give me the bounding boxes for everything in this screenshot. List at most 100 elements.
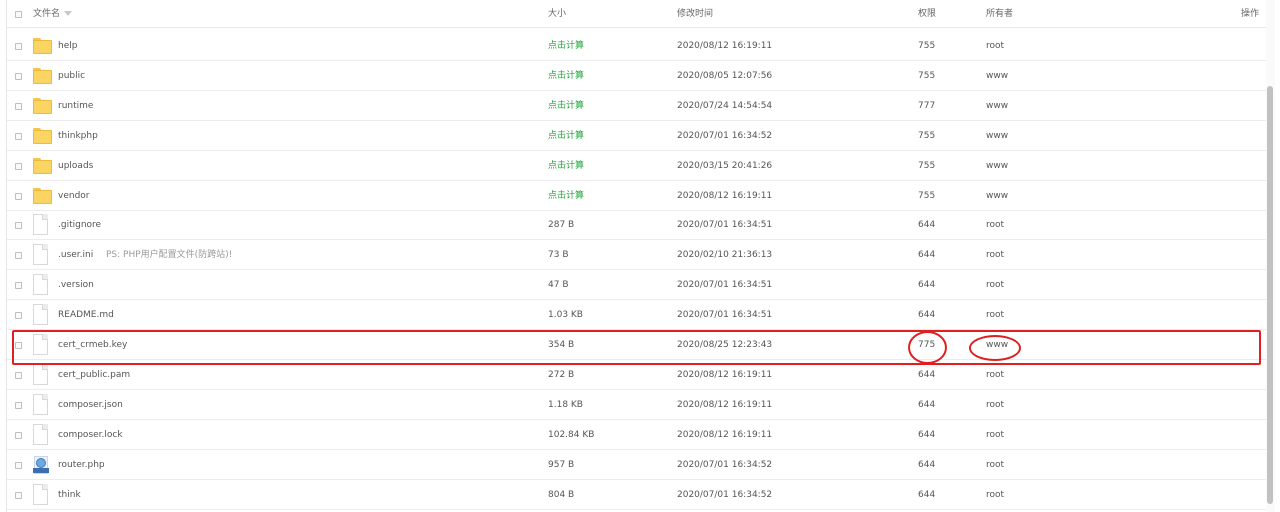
table-row[interactable]: composer.lock 102.84 KB 2020/08/12 16:19:1… (7, 420, 1267, 450)
file-icon[interactable] (33, 214, 48, 235)
file-name[interactable]: help (58, 31, 77, 61)
file-icon[interactable] (33, 484, 48, 505)
owner-value[interactable]: www (986, 91, 1008, 121)
calculate-size-link[interactable]: 点击计算 (548, 31, 584, 61)
owner-value[interactable]: root (986, 210, 1004, 240)
permission-value[interactable]: 755 (918, 181, 935, 211)
permission-value[interactable]: 644 (918, 300, 935, 330)
select-all-checkbox[interactable] (15, 11, 22, 18)
row-checkbox[interactable] (15, 282, 22, 289)
owner-value[interactable]: root (986, 420, 1004, 450)
folder-icon[interactable] (33, 158, 52, 174)
table-row[interactable]: composer.json 1.18 KB 2020/08/12 16:19:11 6… (7, 390, 1267, 420)
permission-value[interactable]: 755 (918, 31, 935, 61)
permission-value[interactable]: 644 (918, 420, 935, 450)
owner-value[interactable]: root (986, 270, 1004, 300)
file-icon[interactable] (33, 364, 48, 385)
permission-value[interactable]: 644 (918, 390, 935, 420)
column-header-modified[interactable]: 修改时间 (677, 0, 713, 28)
column-header-size[interactable]: 大小 (548, 0, 566, 28)
owner-value[interactable]: www (986, 151, 1008, 181)
sort-down-icon[interactable] (64, 11, 73, 16)
row-checkbox[interactable] (15, 252, 22, 259)
file-icon[interactable] (33, 424, 48, 445)
file-name[interactable]: .version (58, 270, 94, 300)
scrollbar-thumb[interactable] (1267, 86, 1273, 504)
file-name[interactable]: README.md (58, 300, 114, 330)
file-name[interactable]: runtime (58, 91, 93, 121)
column-header-permission[interactable]: 权限 (918, 0, 936, 28)
folder-icon[interactable] (33, 38, 52, 54)
permission-value[interactable]: 644 (918, 480, 935, 510)
table-row[interactable]: uploads 点击计算 2020/03/15 20:41:26 755 www (7, 151, 1267, 181)
table-row[interactable]: .version 47 B 2020/07/01 16:34:51 644 root (7, 270, 1267, 300)
file-name[interactable]: thinkphp (58, 121, 98, 151)
row-checkbox[interactable] (15, 462, 22, 469)
table-row[interactable]: .gitignore 287 B 2020/07/01 16:34:51 644 roo… (7, 210, 1267, 240)
permission-value[interactable]: 644 (918, 450, 935, 480)
table-row[interactable]: public 点击计算 2020/08/05 12:07:56 755 www (7, 61, 1267, 91)
file-name[interactable]: public (58, 61, 85, 91)
calculate-size-link[interactable]: 点击计算 (548, 151, 584, 181)
row-checkbox[interactable] (15, 103, 22, 110)
folder-icon[interactable] (33, 98, 52, 114)
permission-value[interactable]: 777 (918, 91, 935, 121)
folder-icon[interactable] (33, 188, 52, 204)
row-checkbox[interactable] (15, 222, 22, 229)
row-checkbox[interactable] (15, 492, 22, 499)
file-name[interactable]: think (58, 480, 81, 510)
table-row[interactable]: help 点击计算 2020/08/12 16:19:11 755 root (7, 31, 1267, 61)
file-name[interactable]: composer.json (58, 390, 123, 420)
table-row[interactable]: .user.ini PS: PHP用户配置文件(防跨站)! 73 B 2020/02/… (7, 240, 1267, 270)
owner-value[interactable]: root (986, 300, 1004, 330)
calculate-size-link[interactable]: 点击计算 (548, 91, 584, 121)
owner-value[interactable]: root (986, 390, 1004, 420)
row-checkbox[interactable] (15, 43, 22, 50)
file-name[interactable]: router.php (58, 450, 105, 480)
row-checkbox[interactable] (15, 133, 22, 140)
permission-value[interactable]: 755 (918, 151, 935, 181)
permission-value[interactable]: 644 (918, 210, 935, 240)
folder-icon[interactable] (33, 68, 52, 84)
file-icon[interactable] (33, 394, 48, 415)
file-icon[interactable] (33, 244, 48, 265)
calculate-size-link[interactable]: 点击计算 (548, 181, 584, 211)
folder-icon[interactable] (33, 128, 52, 144)
table-row[interactable]: vendor 点击计算 2020/08/12 16:19:11 755 www (7, 181, 1267, 211)
row-checkbox[interactable] (15, 402, 22, 409)
row-checkbox[interactable] (15, 193, 22, 200)
column-header-owner[interactable]: 所有者 (986, 0, 1013, 28)
column-header-name[interactable]: 文件名 (33, 0, 73, 28)
file-name[interactable]: vendor (58, 181, 90, 211)
owner-value[interactable]: www (986, 121, 1008, 151)
calculate-size-link[interactable]: 点击计算 (548, 61, 584, 91)
table-row[interactable]: think 804 B 2020/07/01 16:34:52 644 root (7, 480, 1267, 510)
table-row[interactable]: thinkphp 点击计算 2020/07/01 16:34:52 755 www (7, 121, 1267, 151)
file-name[interactable]: composer.lock (58, 420, 123, 450)
file-name[interactable]: uploads (58, 151, 93, 181)
row-checkbox[interactable] (15, 73, 22, 80)
permission-value[interactable]: 755 (918, 61, 935, 91)
table-row[interactable]: runtime 点击计算 2020/07/24 14:54:54 777 www (7, 91, 1267, 121)
owner-value[interactable]: root (986, 31, 1004, 61)
owner-value[interactable]: www (986, 61, 1008, 91)
permission-value[interactable]: 755 (918, 121, 935, 151)
owner-value[interactable]: root (986, 450, 1004, 480)
permission-value[interactable]: 644 (918, 240, 935, 270)
row-checkbox[interactable] (15, 372, 22, 379)
file-name[interactable]: .user.ini (58, 240, 93, 270)
file-icon[interactable] (33, 304, 48, 325)
file-icon[interactable] (33, 274, 48, 295)
permission-value[interactable]: 644 (918, 270, 935, 300)
owner-value[interactable]: root (986, 480, 1004, 510)
table-row[interactable]: router.php 957 B 2020/07/01 16:34:52 644 roo… (7, 450, 1267, 480)
row-checkbox[interactable] (15, 312, 22, 319)
owner-value[interactable]: root (986, 240, 1004, 270)
table-row[interactable]: README.md 1.03 KB 2020/07/01 16:34:51 644 ro… (7, 300, 1267, 330)
calculate-size-link[interactable]: 点击计算 (548, 121, 584, 151)
file-name[interactable]: .gitignore (58, 210, 101, 240)
php-file-icon[interactable] (33, 456, 49, 474)
owner-value[interactable]: www (986, 181, 1008, 211)
row-checkbox[interactable] (15, 163, 22, 170)
row-checkbox[interactable] (15, 432, 22, 439)
